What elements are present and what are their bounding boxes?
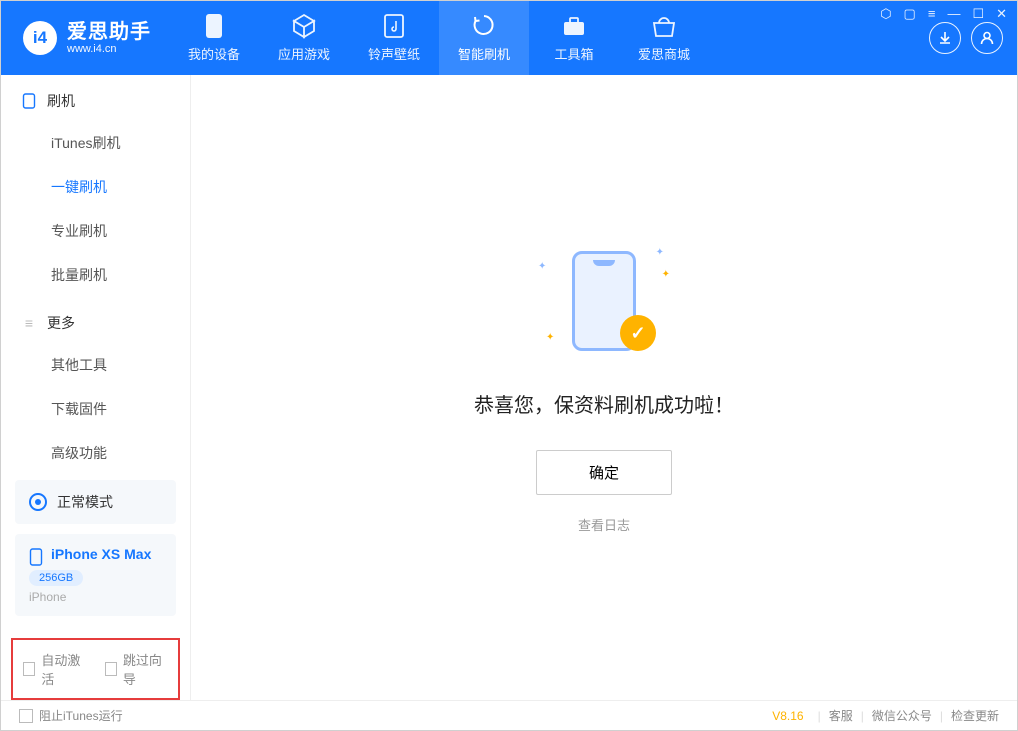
main-nav: 我的设备 应用游戏 铃声壁纸 智能刷机 工具箱 爱思商城 (169, 1, 709, 75)
menu-icon[interactable]: ≡ (928, 6, 936, 22)
sparkle-icon: ✦ (662, 269, 670, 280)
sidebar: 刷机 iTunes刷机 一键刷机 专业刷机 批量刷机 ≡ 更多 其他工具 下载固… (1, 75, 191, 700)
nav-apps[interactable]: 应用游戏 (259, 1, 349, 75)
app-name: 爱思助手 (67, 21, 151, 43)
sidebar-item-batch[interactable]: 批量刷机 (1, 253, 190, 297)
sparkle-icon: ✦ (538, 261, 546, 272)
close-icon[interactable]: ✕ (996, 6, 1007, 22)
cube-icon (291, 13, 317, 39)
sidebar-group-flash: 刷机 (1, 75, 190, 121)
sidebar-item-oneclick[interactable]: 一键刷机 (1, 165, 190, 209)
sidebar-item-firmware[interactable]: 下载固件 (1, 387, 190, 431)
update-link[interactable]: 检查更新 (951, 707, 999, 724)
view-log-link[interactable]: 查看日志 (578, 515, 630, 534)
download-button[interactable] (929, 22, 961, 54)
feedback-icon[interactable]: ⬡ (880, 6, 891, 22)
sidebar-item-pro[interactable]: 专业刷机 (1, 209, 190, 253)
success-message: 恭喜您，保资料刷机成功啦！ (474, 389, 734, 418)
minimize-icon[interactable]: — (947, 6, 960, 22)
body-area: 刷机 iTunes刷机 一键刷机 专业刷机 批量刷机 ≡ 更多 其他工具 下载固… (1, 75, 1017, 700)
logo-icon: i4 (23, 21, 57, 55)
checkbox-icon (105, 662, 117, 676)
download-icon (937, 30, 953, 46)
device-card[interactable]: iPhone XS Max 256GB iPhone (15, 534, 176, 616)
sidebar-group-more: ≡ 更多 (1, 297, 190, 343)
device-icon (29, 548, 43, 566)
sparkle-icon: ✦ (656, 247, 664, 258)
phone-outline-icon (21, 93, 37, 109)
music-file-icon (381, 13, 407, 39)
phone-icon (201, 13, 227, 39)
main-content: ✦ ✦ ✦ ✦ ✓ 恭喜您，保资料刷机成功啦！ 确定 查看日志 (191, 75, 1017, 700)
user-button[interactable] (971, 22, 1003, 54)
checkbox-block-itunes[interactable]: 阻止iTunes运行 (19, 707, 123, 724)
user-icon (979, 30, 995, 46)
device-type: iPhone (29, 590, 162, 604)
skin-icon[interactable]: ▢ (904, 6, 916, 22)
sparkle-icon: ✦ (546, 332, 554, 343)
maximize-icon[interactable]: ☐ (972, 6, 984, 22)
store-icon (651, 13, 677, 39)
success-illustration: ✦ ✦ ✦ ✦ ✓ (544, 241, 664, 361)
checkbox-skip-guide[interactable]: 跳过向导 (105, 650, 169, 688)
checkbox-icon (23, 662, 35, 676)
device-capacity: 256GB (29, 570, 83, 586)
device-name: iPhone XS Max (51, 546, 151, 562)
nav-flash[interactable]: 智能刷机 (439, 1, 529, 75)
window-controls: ⬡ ▢ ≡ — ☐ ✕ (880, 6, 1007, 22)
sidebar-bottom: 正常模式 iPhone XS Max 256GB iPhone (1, 480, 190, 630)
status-bar: 阻止iTunes运行 V8.16 | 客服 | 微信公众号 | 检查更新 (1, 700, 1017, 730)
refresh-shield-icon (471, 13, 497, 39)
ok-button[interactable]: 确定 (536, 450, 672, 495)
app-website: www.i4.cn (67, 43, 151, 55)
checkbox-auto-activate[interactable]: 自动激活 (23, 650, 87, 688)
bottom-checkbox-row: 自动激活 跳过向导 (11, 638, 180, 700)
sidebar-item-itunes[interactable]: iTunes刷机 (1, 121, 190, 165)
version-label: V8.16 (772, 709, 803, 723)
app-logo[interactable]: i4 爱思助手 www.i4.cn (1, 1, 169, 75)
nav-store[interactable]: 爱思商城 (619, 1, 709, 75)
nav-device[interactable]: 我的设备 (169, 1, 259, 75)
nav-ringtone[interactable]: 铃声壁纸 (349, 1, 439, 75)
toolbox-icon (561, 13, 587, 39)
check-badge-icon: ✓ (620, 315, 656, 351)
device-mode-card[interactable]: 正常模式 (15, 480, 176, 524)
support-link[interactable]: 客服 (829, 707, 853, 724)
app-header: ⬡ ▢ ≡ — ☐ ✕ i4 爱思助手 www.i4.cn 我的设备 应用游戏 … (1, 1, 1017, 75)
nav-toolbox[interactable]: 工具箱 (529, 1, 619, 75)
sidebar-item-tools[interactable]: 其他工具 (1, 343, 190, 387)
sidebar-item-advanced[interactable]: 高级功能 (1, 431, 190, 475)
checkbox-icon (19, 709, 33, 723)
mode-icon (29, 493, 47, 511)
list-icon: ≡ (21, 315, 37, 331)
wechat-link[interactable]: 微信公众号 (872, 707, 932, 724)
